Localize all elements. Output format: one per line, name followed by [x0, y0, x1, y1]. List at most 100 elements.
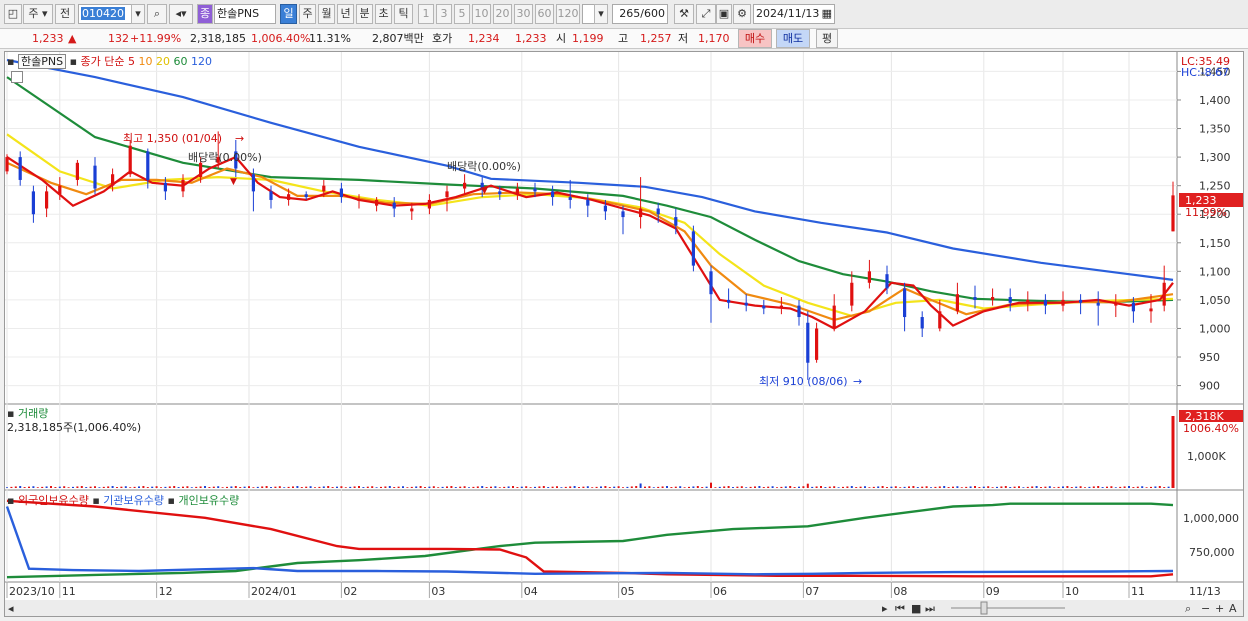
volume-bar [331, 487, 334, 488]
candle-body [31, 191, 35, 215]
interval-5[interactable]: 5 [454, 4, 470, 24]
volume-bar [283, 487, 286, 488]
stock-name-legend[interactable]: 한솔PNS [17, 54, 67, 69]
scroll-end-icon[interactable]: ⏭ [925, 602, 935, 615]
chart-svg[interactable]: 1,4501,4001,3501,3001,2501,2001,1501,100… [5, 52, 1243, 616]
volume-bar [94, 486, 96, 488]
candle-body [1026, 299, 1030, 303]
period-year[interactable]: 년 [337, 4, 354, 24]
volume-bar [221, 487, 224, 488]
interval-3[interactable]: 3 [436, 4, 452, 24]
code-dropdown-icon[interactable]: ▾ [131, 4, 145, 24]
gear-icon[interactable]: ⚙ [733, 4, 751, 24]
volume-bar [124, 486, 127, 488]
toolbar: ◰ 주 ▾ 전 010420 ▾ ⌕ ◂▾ 종 한솔PNS 일 주 월 년 분 … [0, 0, 1248, 29]
period-second[interactable]: 초 [375, 4, 392, 24]
ma20-legend[interactable]: 20 [156, 55, 170, 68]
institution-legend[interactable]: 기관보유수량 [103, 494, 164, 507]
period-week[interactable]: 주 [299, 4, 316, 24]
volume-bar [806, 483, 809, 488]
x-tick-label: 2024/01 [251, 585, 297, 598]
period-day[interactable]: 일 [280, 4, 297, 24]
volume-bar [340, 486, 343, 488]
draw-icon[interactable]: ⤢ [696, 4, 716, 24]
volume-bar [446, 486, 448, 488]
interval-1[interactable]: 1 [418, 4, 434, 24]
stock-code-value: 010420 [81, 7, 125, 20]
ma5-legend[interactable]: 5 [128, 55, 135, 68]
zoom-slider-handle[interactable] [980, 601, 988, 615]
period-tick[interactable]: 틱 [394, 4, 413, 24]
buy-button[interactable]: 매수 [738, 29, 772, 48]
sound-icon[interactable]: ◂▾ [169, 4, 193, 24]
holding-lines [5, 499, 1174, 579]
volume-bar [683, 487, 686, 488]
interval-20[interactable]: 20 [493, 4, 512, 24]
volume-bar [1066, 486, 1069, 488]
volume-bar [608, 487, 611, 488]
volume-bar [1119, 486, 1122, 488]
scroll-start-icon[interactable]: ⏮ [895, 602, 905, 615]
table-icon[interactable] [11, 70, 23, 83]
foreign-legend[interactable]: 외국인보유수량 [18, 494, 89, 507]
candle-body [1079, 299, 1083, 303]
sell-button[interactable]: 매도 [776, 29, 810, 48]
volume-bar [1035, 486, 1038, 488]
chart-area[interactable]: 1,450 1,400 1,350 1,300 1,250 1,200 1,150 1,100… [4, 51, 1244, 617]
bar-count-value: 265 [619, 7, 641, 20]
volume-bar [208, 487, 211, 488]
bar-count[interactable]: 265/600 [612, 4, 668, 24]
volume-bar [265, 486, 268, 488]
type-select[interactable]: 주 ▾ [23, 4, 53, 24]
volume-bar [872, 486, 875, 488]
ma60-legend[interactable]: 60 [174, 55, 188, 68]
volume-bar [736, 486, 739, 488]
ma10-legend[interactable]: 10 [139, 55, 153, 68]
high-price: 1,257 [640, 32, 672, 45]
calendar-icon[interactable]: ▦ [822, 5, 832, 23]
volume-bar [375, 487, 378, 488]
volume-bar [45, 486, 48, 488]
zoom-icon[interactable]: ⌕ [1185, 602, 1191, 615]
volume-bar [793, 487, 796, 488]
candle-body [991, 297, 995, 300]
stock-name-field[interactable]: 한솔PNS [214, 4, 276, 24]
zoom-in-icon[interactable]: + [1215, 602, 1224, 615]
volume-bar [402, 486, 404, 488]
volume-bar [824, 487, 827, 488]
interval-60[interactable]: 60 [535, 4, 554, 24]
ma120-legend[interactable]: 120 [191, 55, 212, 68]
scroll-left-icon[interactable]: ◂ [8, 602, 14, 615]
volume-bar [674, 486, 677, 488]
date-input[interactable]: 2024/11/13 ▦ [753, 4, 835, 24]
volume-bar [534, 486, 536, 488]
interval-120[interactable]: 120 [556, 4, 580, 24]
period-minute[interactable]: 분 [356, 4, 373, 24]
volume-bar [569, 486, 572, 488]
y-tick-label: 1,300 [1199, 151, 1231, 164]
custom-interval-dropdown-icon[interactable]: ▾ [594, 4, 608, 24]
window-icon[interactable]: ◰ [4, 4, 22, 24]
interval-30[interactable]: 30 [514, 4, 533, 24]
volume-bar [441, 486, 444, 488]
ma-legend-label[interactable]: 종가 단순 [81, 55, 125, 68]
volume-bar [371, 486, 374, 488]
scroll-stop-icon[interactable]: ■ [911, 602, 921, 615]
scroll-right-icon[interactable]: ▸ [882, 602, 888, 615]
volume-bar [617, 486, 620, 488]
period-month[interactable]: 월 [318, 4, 335, 24]
volume-bar [243, 486, 246, 488]
volume-bar [195, 486, 198, 488]
type2-button[interactable]: 전 [55, 4, 75, 24]
individual-legend[interactable]: 개인보유수량 [178, 494, 239, 507]
evaluate-button[interactable]: 평 [816, 29, 838, 48]
indicator-icon[interactable]: ⚒ [674, 4, 694, 24]
zoom-out-icon[interactable]: − [1201, 602, 1210, 615]
volume-bar [943, 486, 946, 488]
search-icon[interactable]: ⌕ [147, 4, 167, 24]
volume-bar [142, 486, 145, 488]
save-icon[interactable]: ▣ [716, 4, 732, 24]
candle-body [58, 185, 62, 195]
interval-10[interactable]: 10 [472, 4, 491, 24]
text-size-icon[interactable]: A [1229, 602, 1237, 615]
